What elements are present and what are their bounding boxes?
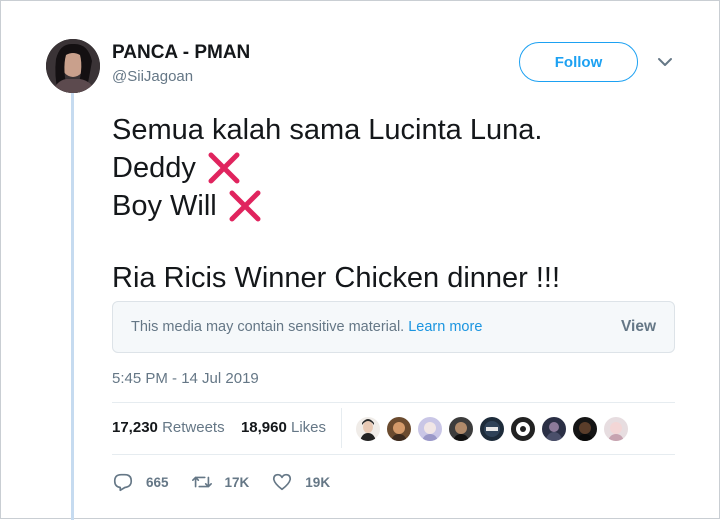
view-media-button[interactable]: View xyxy=(621,318,656,336)
tweet-line: Boy Will xyxy=(112,187,560,225)
reply-count: 665 xyxy=(146,474,169,490)
liker-avatar[interactable] xyxy=(478,415,506,443)
liker-avatar[interactable] xyxy=(540,415,568,443)
tweet-line: Ria Ricis Winner Chicken dinner !!! xyxy=(112,262,561,294)
sensitive-media-text: This media may contain sensitive materia… xyxy=(131,319,482,335)
sensitive-media-message: This media may contain sensitive materia… xyxy=(131,319,405,335)
tweet-timestamp[interactable]: 5:45 PM - 14 Jul 2019 xyxy=(112,370,259,387)
retweets-label[interactable]: Retweets xyxy=(162,419,225,436)
liker-avatar[interactable] xyxy=(602,415,630,443)
follow-button[interactable]: Follow xyxy=(519,42,638,82)
liker-avatar[interactable] xyxy=(447,415,475,443)
author-name[interactable]: PANCA - PMAN xyxy=(112,42,250,64)
tweet-text: Semua kalah sama Lucinta Luna. Deddy Boy… xyxy=(112,111,560,297)
reply-button[interactable]: 665 xyxy=(112,471,169,493)
likers-avatars xyxy=(354,415,633,443)
tweet-line: Semua kalah sama Lucinta Luna. xyxy=(112,114,543,146)
liker-avatar[interactable] xyxy=(385,415,413,443)
author-handle[interactable]: @SiiJagoan xyxy=(112,68,193,85)
tweet-line-text: Boy Will xyxy=(112,190,217,222)
retweet-button[interactable]: 17K xyxy=(191,471,250,493)
like-button[interactable]: 19K xyxy=(271,471,330,493)
cross-mark-icon xyxy=(229,190,261,222)
retweets-count[interactable]: 17,230 xyxy=(112,419,158,436)
tweet-card: PANCA - PMAN @SiiJagoan Follow Semua kal… xyxy=(0,0,720,520)
liker-avatar[interactable] xyxy=(509,415,537,443)
likes-count[interactable]: 18,960 xyxy=(241,419,287,436)
sensitive-media-warning: This media may contain sensitive materia… xyxy=(112,301,675,353)
heart-icon xyxy=(273,473,292,491)
thread-line xyxy=(71,93,74,520)
liker-avatar[interactable] xyxy=(416,415,444,443)
retweet-count: 17K xyxy=(224,474,250,490)
cross-mark-icon xyxy=(208,152,240,184)
tweet-line-text: Deddy xyxy=(112,152,196,184)
divider xyxy=(112,402,675,403)
engagement-stats: 17,230 Retweets 18,960 Likes xyxy=(112,419,326,436)
likes-label[interactable]: Likes xyxy=(291,419,326,436)
liker-avatar[interactable] xyxy=(571,415,599,443)
liker-avatar[interactable] xyxy=(354,415,382,443)
reply-icon xyxy=(113,473,133,492)
learn-more-link[interactable]: Learn more xyxy=(408,319,482,335)
avatar[interactable] xyxy=(46,39,100,93)
like-count: 19K xyxy=(305,474,331,490)
tweet-actions: 665 17K 19K xyxy=(112,471,352,493)
retweet-icon xyxy=(191,476,212,488)
divider xyxy=(341,408,342,448)
tweet-line: Deddy xyxy=(112,149,560,187)
chevron-down-icon[interactable] xyxy=(656,55,674,69)
divider xyxy=(112,454,675,455)
